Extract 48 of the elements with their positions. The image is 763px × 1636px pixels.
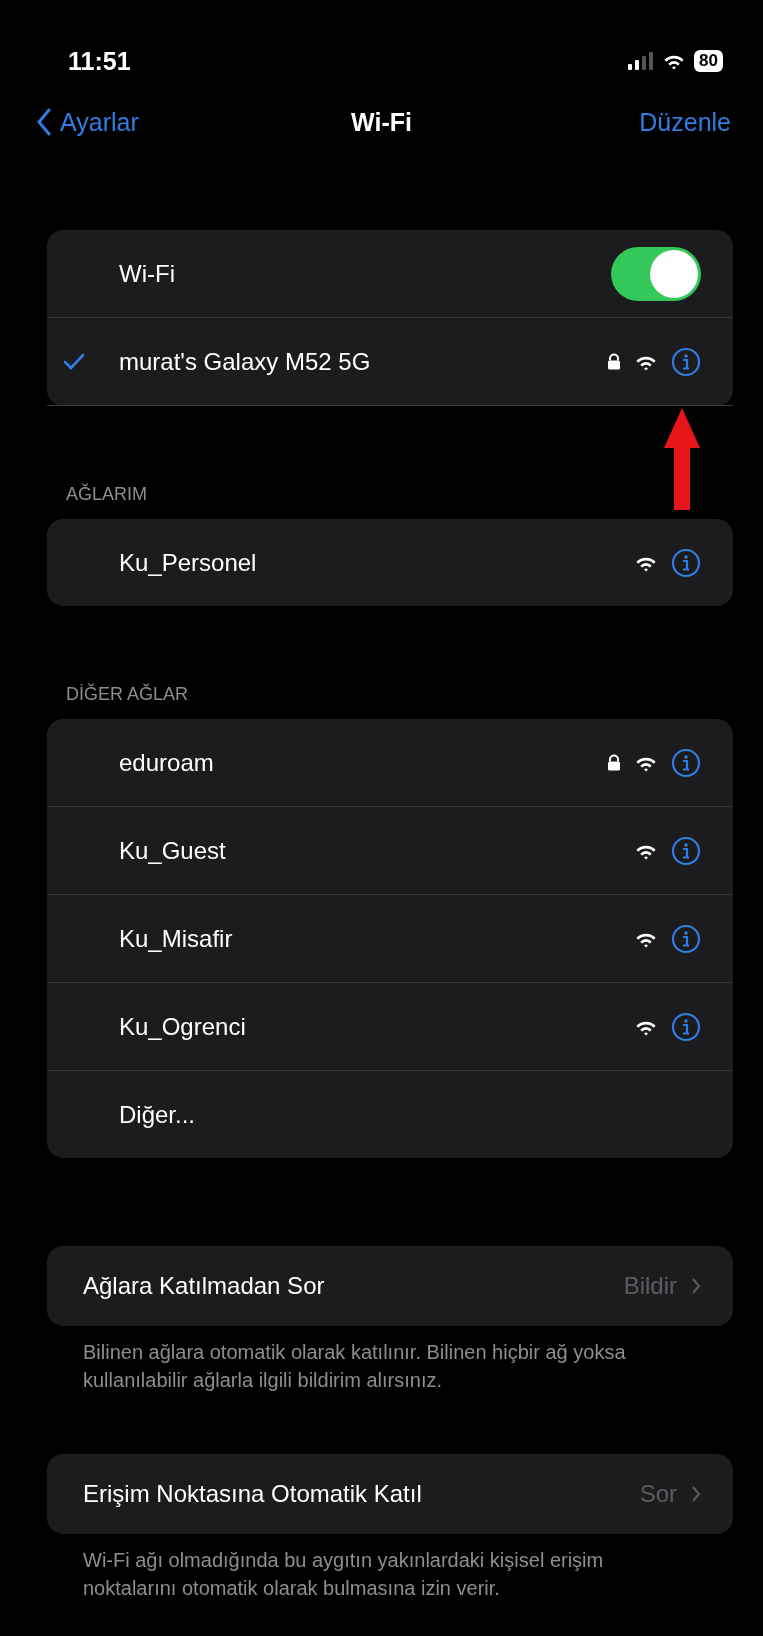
- network-row[interactable]: Diğer...: [47, 1071, 733, 1158]
- info-icon: [671, 835, 701, 866]
- network-name: Diğer...: [119, 1100, 197, 1129]
- info-button[interactable]: [671, 346, 701, 377]
- network-row[interactable]: Ku_Ogrenci: [47, 983, 733, 1071]
- info-icon: [671, 346, 701, 377]
- battery-indicator: 80: [694, 50, 723, 72]
- footer-text: Bilinen ağlara otomatik olarak katılınır. Bilinen hiçbir ağ yoksa kullanılabilir ağlarla ilgili bildirim alırsınız.: [83, 1340, 627, 1393]
- info-icon: [671, 547, 701, 578]
- toggle-label: Wi-Fi: [119, 259, 176, 288]
- network-row[interactable]: Ku_Guest: [47, 807, 733, 895]
- network-row[interactable]: eduroam: [47, 719, 733, 807]
- setting-row[interactable]: Ağlara Katılmadan Sor Bildir: [47, 1246, 733, 1326]
- checkmark-icon: [63, 352, 85, 371]
- network-name: Ku_Misafir: [119, 924, 234, 953]
- network-name: murat's Galaxy M52 5G: [119, 347, 372, 376]
- toggle-switch[interactable]: [611, 246, 701, 301]
- back-link[interactable]: Ayarlar: [36, 107, 139, 137]
- footer-text: Wi-Fi ağı olmadığında bu aygıtın yakınlardaki kişisel erişim noktalarını otomatik olarak bulmasına izin verir.: [83, 1548, 605, 1601]
- network-name: Ku_Guest: [119, 836, 227, 865]
- setting-value: Sor: [639, 1480, 677, 1508]
- info-icon: [671, 923, 701, 954]
- network-row[interactable]: Ku_Personel: [47, 519, 733, 606]
- network-row[interactable]: murat's Galaxy M52 5G: [47, 318, 733, 406]
- section-header: DİĞER AĞLAR: [66, 684, 189, 705]
- setting-row[interactable]: Erişim Noktasına Otomatik Katıl Sor: [47, 1454, 733, 1534]
- setting-label: Erişim Noktasına Otomatik Katıl: [83, 1480, 423, 1508]
- network-name: Ku_Personel: [119, 548, 258, 577]
- setting-value: Bildir: [623, 1272, 677, 1300]
- info-icon: [671, 1011, 701, 1042]
- signal-icon: [628, 52, 655, 70]
- chevron-left-icon: [36, 108, 52, 136]
- info-button[interactable]: [671, 835, 701, 866]
- info-button[interactable]: [671, 547, 701, 578]
- page-title: Wi-Fi: [350, 107, 413, 137]
- network-name: eduroam: [119, 748, 215, 777]
- setting-label: Ağlara Katılmadan Sor: [83, 1272, 326, 1300]
- info-button[interactable]: [671, 747, 701, 778]
- section-header: AĞLARIM: [66, 484, 148, 505]
- info-icon: [671, 747, 701, 778]
- info-button[interactable]: [671, 923, 701, 954]
- edit-link[interactable]: Düzenle: [639, 107, 731, 137]
- network-name: Ku_Ogrenci: [119, 1012, 247, 1041]
- status-time: 11:51: [68, 46, 131, 76]
- network-row[interactable]: Ku_Misafir: [47, 895, 733, 983]
- chevron-right-icon: [691, 1485, 701, 1503]
- chevron-right-icon: [691, 1277, 701, 1295]
- info-button[interactable]: [671, 1011, 701, 1042]
